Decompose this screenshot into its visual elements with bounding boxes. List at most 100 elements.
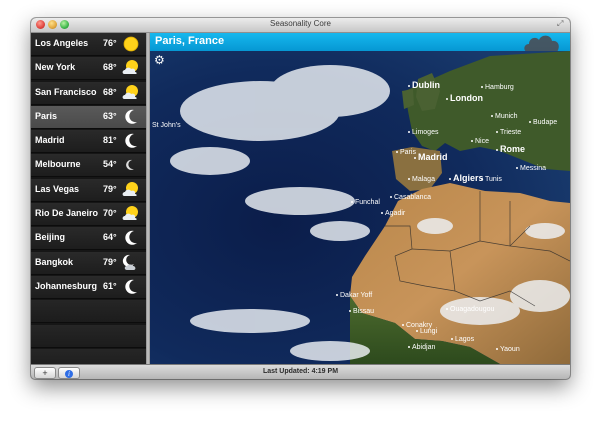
map-city-dot [516, 167, 518, 169]
map-city-dot [408, 178, 410, 180]
city-temperature: 79° [103, 183, 117, 194]
city-name: New York [35, 62, 76, 73]
map-city-dot [390, 196, 392, 198]
map-city-dot [414, 157, 416, 159]
map-city-dot [496, 348, 498, 350]
map-city-label: St John's [152, 122, 181, 129]
map-city-dot [446, 308, 448, 310]
sidebar-item-new-york[interactable]: New York 68° [31, 57, 146, 81]
map-city-dot [408, 131, 410, 133]
map-city-label: Agadir [385, 210, 406, 217]
map-city-label: Bissau [353, 308, 374, 315]
city-temperature: 81° [103, 135, 117, 146]
bottom-bar: + i Last Updated: 4:19 PM [31, 364, 570, 379]
sidebar-item-melbourne[interactable]: Melbourne 54° [31, 154, 146, 178]
city-temperature: 68° [103, 62, 117, 73]
map-city-label: Limoges [412, 129, 439, 136]
sidebar-item-las-vegas[interactable]: Las Vegas 79° [31, 178, 146, 202]
main-panel: Paris, France Dublin London Hamburg Pari… [150, 33, 570, 364]
map-city-dot [529, 121, 531, 123]
sidebar-item-beijing[interactable]: Beijing 64° [31, 227, 146, 251]
app-window: Seasonality Core ⤢ Los Angeles 76° New Yor… [31, 18, 570, 379]
map-city-label: Tunis [485, 176, 502, 183]
map-city-dot [496, 131, 498, 133]
moon-icon [122, 132, 140, 150]
city-name: San Francisco [35, 86, 97, 97]
window-title: Seasonality Core [270, 19, 331, 28]
map-city-label: Madrid [418, 152, 448, 162]
map-city-label: Nice [475, 138, 489, 145]
city-name: Beijing [35, 232, 66, 243]
city-name: Melbourne [35, 159, 81, 170]
map-city-dot [449, 178, 451, 180]
sun-cloud-icon [122, 84, 140, 102]
sidebar-item-san-francisco[interactable]: San Francisco 68° [31, 81, 146, 105]
sun-cloud-icon [122, 205, 140, 223]
city-name: Johannesburg [35, 280, 98, 291]
map-city-label: Yaoun [500, 346, 520, 353]
city-temperature: 76° [103, 38, 117, 48]
city-temperature: 70° [103, 208, 117, 219]
sidebar-item-bangkok[interactable]: Bangkok 79° [31, 251, 146, 275]
location-title: Paris, France [155, 35, 225, 47]
map-city-label: Abidjan [412, 344, 435, 351]
map-city-label: Dublin [412, 80, 440, 90]
satellite-map[interactable]: Dublin LondonHamburg Paris Munich Budape Madr… [150, 51, 570, 364]
map-city-dot [408, 346, 410, 348]
sun-cloud-icon [122, 59, 140, 77]
map-city-label: Budape [533, 119, 557, 126]
sun-icon [122, 35, 140, 53]
city-temperature: 54° [103, 159, 117, 170]
city-temperature: 63° [103, 110, 117, 121]
location-header: Paris, France [150, 30, 570, 52]
city-name: Rio De Janeiro [35, 208, 99, 219]
map-city-dot [349, 310, 351, 312]
sidebar-item-rio-de-janeiro[interactable]: Rio De Janeiro 70° [31, 203, 146, 227]
map-city-label: Paris [400, 149, 416, 156]
map-city-label: Lungi [420, 328, 438, 335]
map-city-label: Trieste [500, 129, 521, 136]
title-bar: Seasonality Core ⤢ [31, 18, 570, 33]
map-city-label: Algiers [453, 173, 484, 183]
map-city-label: Dakar Yoff [340, 292, 372, 299]
map-city-dot [471, 140, 473, 142]
moon-cloud-icon [122, 254, 140, 272]
map-city-label: Casablanca [394, 194, 431, 201]
map-city-dot [351, 201, 353, 203]
sidebar-item-los-angeles[interactable]: Los Angeles 76° [31, 33, 146, 56]
city-name: Las Vegas [35, 183, 80, 194]
map-city-dot [451, 338, 453, 340]
map-city-label: Munich [495, 113, 518, 120]
map-city-dot [481, 86, 483, 88]
moon-icon [122, 108, 140, 126]
map-city-label: Malaga [412, 176, 435, 183]
sidebar-item-paris[interactable]: Paris 63° [31, 105, 146, 129]
last-updated-status: Last Updated: 4:19 PM [262, 368, 339, 375]
moon-icon [122, 229, 140, 247]
thin-moon-icon [122, 156, 140, 174]
map-city-label: London [450, 93, 483, 103]
sidebar-item-madrid[interactable]: Madrid 81° [31, 130, 146, 154]
city-temperature: 64° [103, 232, 117, 243]
map-city-dot [416, 330, 418, 332]
map-city-dot [402, 324, 404, 326]
map-city-dot [408, 85, 410, 87]
sun-cloud-icon [122, 181, 140, 199]
map-city-label: Hamburg [485, 84, 514, 91]
empty-list-row [31, 324, 146, 348]
moon-icon [122, 278, 140, 296]
map-city-dot [446, 98, 448, 100]
cloud-icon[interactable] [522, 30, 562, 52]
sidebar-item-johannesburg[interactable]: Johannesburg 61° [31, 275, 146, 299]
city-name: Los Angeles [35, 38, 89, 48]
city-name: Paris [35, 110, 58, 121]
city-temperature: 68° [103, 86, 117, 97]
map-city-dot [481, 178, 483, 180]
map-city-dot [496, 149, 498, 151]
map-city-label: Ouagadougou [450, 306, 494, 313]
fullscreen-icon[interactable]: ⤢ [557, 20, 565, 28]
gear-icon[interactable]: ⚙ [154, 54, 166, 66]
city-name: Madrid [35, 135, 65, 146]
map-city-label: Lagos [455, 336, 475, 343]
map-city-dot [491, 115, 493, 117]
